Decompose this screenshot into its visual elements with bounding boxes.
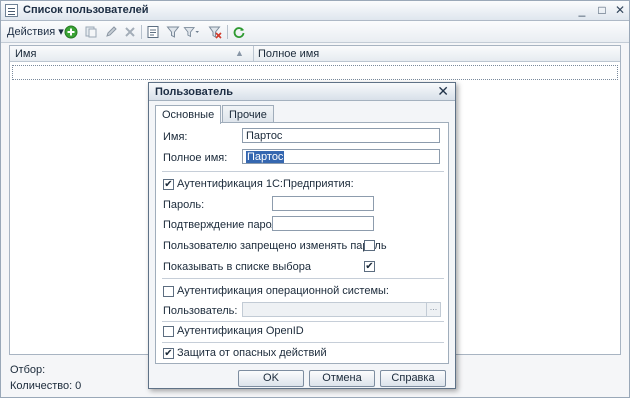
maximize-button[interactable]: □ [594,2,610,18]
auth-openid-label[interactable]: Аутентификация OpenID [177,325,304,337]
window-list-icon [5,4,18,17]
window-titlebar: Список пользователей _ □ ✕ [1,1,629,21]
delete-icon[interactable] [122,24,138,40]
refresh-icon[interactable] [231,24,247,40]
actions-menu[interactable]: Действия ▾ [7,25,64,38]
tab-main[interactable]: Основные [155,105,222,124]
separator [162,278,444,279]
count-label: Количество: 0 [10,380,82,392]
column-header-fullname[interactable]: Полное имя [258,48,319,60]
auth-os-checkbox[interactable] [163,286,174,297]
column-divider[interactable] [253,46,254,62]
auth-os-label[interactable]: Аутентификация операционной системы: [177,285,389,297]
auth-1c-checkbox[interactable]: ✔ [163,179,174,190]
actions-label: Действия [7,26,56,38]
toolbar: Действия ▾ [1,21,629,43]
table-row-empty-focus[interactable] [12,65,618,80]
auth-openid-checkbox[interactable] [163,326,174,337]
separator [162,171,444,172]
name-field[interactable]: Партос [242,128,440,143]
separator [162,342,444,343]
separator [162,321,444,322]
toolbar-separator [141,25,142,39]
tab-other[interactable]: Прочие [222,105,274,123]
view-icon[interactable] [145,24,161,40]
forbid-password-change-label[interactable]: Пользователю запрещено изменять пароль [163,240,387,252]
fullname-field[interactable]: Партос [242,149,440,164]
help-button[interactable]: Справка [380,370,446,387]
confirm-password-field[interactable] [272,216,374,231]
window-title: Список пользователей [23,4,149,16]
dangerous-actions-protection-checkbox[interactable]: ✔ [163,348,174,359]
add-icon[interactable] [63,24,79,40]
select-ellipsis-icon: ... [426,303,440,316]
sort-ascending-icon[interactable]: ▲ [235,48,244,58]
cancel-button[interactable]: Отмена [309,370,375,387]
filter-icon[interactable] [165,24,181,40]
edit-icon[interactable] [103,24,119,40]
confirm-password-label: Подтверждение пароля: [163,219,287,231]
fullname-selected-text: Партос [246,151,285,163]
os-user-field [242,302,441,317]
minimize-button[interactable]: _ [574,2,590,18]
filter-list-icon[interactable] [183,24,199,40]
filter-clear-icon[interactable] [207,24,223,40]
password-field[interactable] [272,196,374,211]
column-header-name[interactable]: Имя [15,48,36,60]
close-button[interactable]: ✕ [612,2,628,18]
filter-label: Отбор: [10,364,46,376]
table-header: Имя ▲ Полное имя [10,46,620,62]
show-in-list-checkbox[interactable]: ✔ [364,261,375,272]
fullname-label: Полное имя: [163,152,228,164]
show-in-list-label[interactable]: Показывать в списке выбора [163,261,311,273]
os-user-label: Пользователь: [163,305,238,317]
forbid-password-change-checkbox[interactable] [364,240,375,251]
dialog-close-icon[interactable]: ✕ [437,83,449,100]
dangerous-actions-protection-label[interactable]: Защита от опасных действий [177,347,327,359]
dialog-title: Пользователь [155,86,234,98]
dialog-titlebar: Пользователь ✕ [149,83,455,101]
auth-1c-label[interactable]: Аутентификация 1С:Предприятия: [177,178,354,190]
user-dialog: Пользователь ✕ Основные Прочие Имя: Парт… [148,82,456,389]
toolbar-separator [227,25,228,39]
copy-icon[interactable] [83,24,99,40]
name-label: Имя: [163,131,188,143]
password-label: Пароль: [163,199,205,211]
tab-panel-main: Имя: Партос Полное имя: Партос ✔ Аутенти… [155,122,449,364]
ok-button[interactable]: OK [238,370,304,387]
